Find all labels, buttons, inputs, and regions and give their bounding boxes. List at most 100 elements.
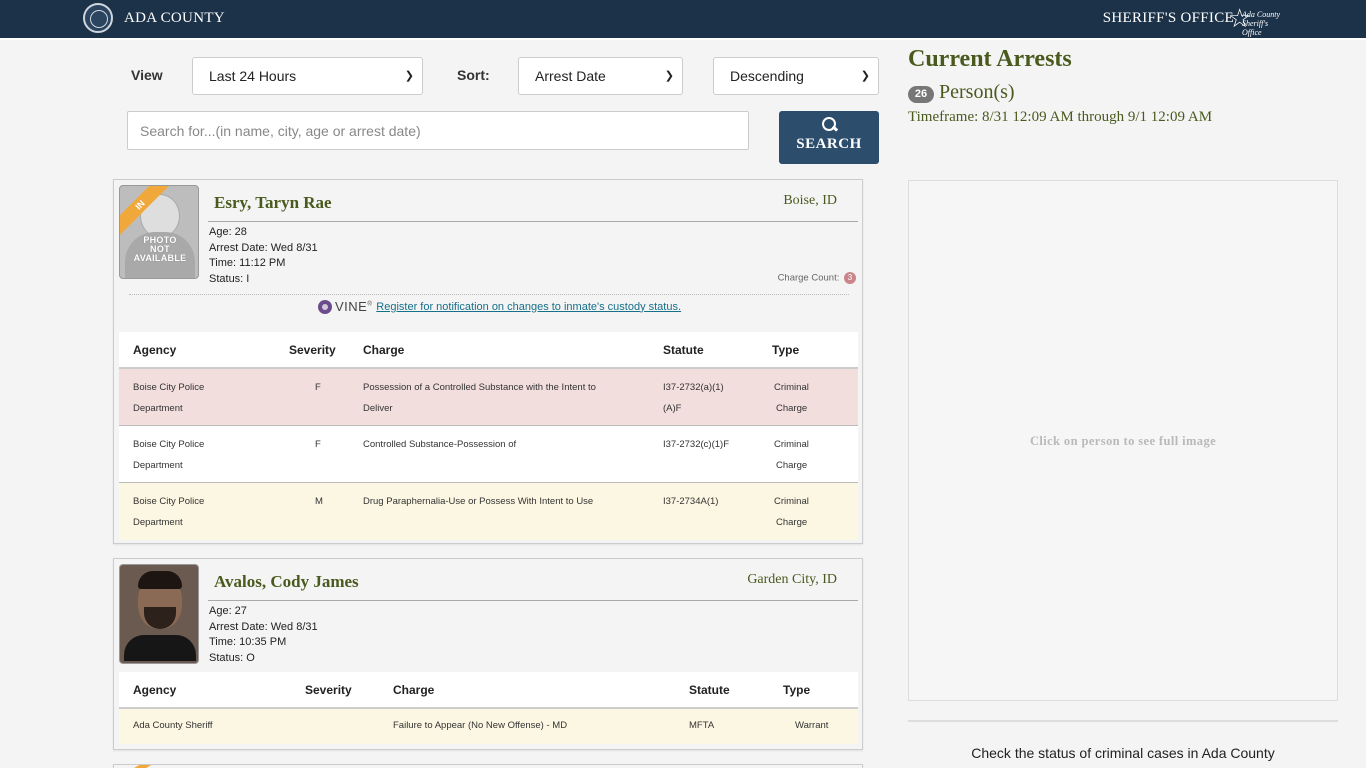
- top-bar: ADA COUNTY SHERIFF'S OFFICE ☆ Ada County…: [0, 0, 1366, 40]
- sort-label: Sort:: [457, 67, 490, 83]
- severity-cell: F: [275, 425, 349, 483]
- vine-logo-icon: [318, 299, 332, 314]
- statute-cell: I37-2734A(1): [649, 482, 758, 540]
- status-ribbon: [134, 765, 160, 768]
- divider: [208, 221, 858, 222]
- view-select[interactable]: Last 24 Hours ❯: [192, 57, 423, 95]
- column-header-severity: Severity: [275, 332, 349, 369]
- type-cell: Criminal Charge: [758, 368, 858, 426]
- viewer-hint: Click on person to see full image: [1029, 434, 1217, 448]
- severity-cell: M: [275, 482, 349, 540]
- county-seal-icon[interactable]: [83, 3, 113, 33]
- photo-not-available-text: PHOTO NOT AVAILABLE: [133, 235, 187, 263]
- agency-cell: Boise City Police Department: [119, 425, 275, 483]
- order-select[interactable]: Descending ❯: [713, 57, 879, 95]
- statute-cell: I37-2732(c)(1)F: [649, 425, 758, 483]
- persons-label: Person(s): [939, 81, 1015, 103]
- sort-select-value: Arrest Date: [535, 68, 606, 84]
- logo-text: Ada County Sheriff's Office: [1242, 10, 1280, 37]
- arrest-date: Arrest Date: Wed 8/31: [209, 241, 318, 254]
- charge-cell: Drug Paraphernalia-Use or Possess With I…: [349, 482, 649, 540]
- vine-notification: VINE® Register for notification on change…: [318, 299, 681, 314]
- charges-table: Agency Severity Charge Statute Type Bois…: [119, 332, 858, 540]
- sort-select[interactable]: Arrest Date ❯: [518, 57, 683, 95]
- custody-status: Status: O: [209, 652, 255, 665]
- inmate-photo[interactable]: PHOTO NOT AVAILABLE IN: [119, 185, 199, 279]
- charge-cell: Controlled Substance-Possession of: [349, 425, 649, 483]
- inmate-photo[interactable]: [119, 564, 199, 664]
- search-input[interactable]: [127, 111, 749, 150]
- search-button-label: SEARCH: [796, 136, 862, 152]
- age: Age: 27: [209, 605, 247, 617]
- charge-cell: Failure to Appear (No New Offense) - MD: [379, 708, 675, 744]
- person-count-badge: 26: [908, 86, 934, 103]
- person-name[interactable]: Avalos, Cody James: [214, 572, 359, 592]
- arrest-time: Time: 10:35 PM: [209, 636, 287, 649]
- person-details: Age: 28 Arrest Date: Wed 8/31 Time: 11:1…: [209, 225, 318, 288]
- type-cell: Criminal Charge: [758, 425, 858, 483]
- table-row: Boise City Police Department F Controlled…: [119, 425, 858, 483]
- vine-register-link[interactable]: Register for notification on changes to …: [376, 301, 681, 313]
- type-cell: Criminal Charge: [758, 482, 858, 540]
- office-name[interactable]: SHERIFF'S OFFICE: [1103, 10, 1234, 27]
- search-button[interactable]: SEARCH: [779, 111, 879, 164]
- column-header-statute: Statute: [675, 672, 769, 709]
- dotted-divider: [129, 294, 849, 295]
- charge-count: Charge Count: 3: [778, 272, 856, 284]
- column-header-type: Type: [758, 332, 858, 369]
- arrest-date: Arrest Date: Wed 8/31: [209, 620, 318, 633]
- custody-status: Status: I: [209, 273, 250, 286]
- column-header-severity: Severity: [291, 672, 379, 709]
- column-header-agency: Agency: [119, 672, 291, 709]
- column-header-charge: Charge: [349, 332, 649, 369]
- table-row: Ada County Sheriff Failure to Appear (No…: [119, 708, 858, 744]
- county-name[interactable]: ADA COUNTY: [124, 10, 225, 27]
- search-icon: [821, 116, 837, 134]
- person-details: Age: 27 Arrest Date: Wed 8/31 Time: 10:3…: [209, 604, 318, 667]
- arrest-time: Time: 11:12 PM: [209, 257, 286, 270]
- table-row: Boise City Police Department F Possession…: [119, 368, 858, 426]
- column-header-statute: Statute: [649, 332, 758, 369]
- arrest-card[interactable]: PHOTO NOT AVAILABLE IN Esry, Taryn Rae Boi…: [113, 179, 863, 544]
- arrest-card[interactable]: [113, 764, 863, 768]
- mugshot-hair: [138, 571, 182, 589]
- order-select-value: Descending: [730, 68, 804, 84]
- sheriff-star-logo-icon[interactable]: ☆ Ada County Sheriff's Office: [1228, 4, 1284, 37]
- timeframe: Timeframe: 8/31 12:09 AM through 9/1 12:…: [908, 109, 1213, 125]
- person-city: Garden City, ID: [747, 572, 837, 587]
- chevron-down-icon: ❯: [860, 70, 870, 82]
- table-header-row: Agency Severity Charge Statute Type: [119, 332, 858, 369]
- statute-cell: MFTA: [675, 708, 769, 744]
- severity-cell: F: [275, 368, 349, 426]
- image-viewer: Click on person to see full image: [908, 180, 1338, 701]
- charge-cell: Possession of a Controlled Substance wit…: [349, 368, 649, 426]
- person-name[interactable]: Esry, Taryn Rae: [214, 193, 332, 213]
- vine-logo-text: VINE®: [335, 299, 373, 314]
- charges-table: Agency Severity Charge Statute Type Ada …: [119, 672, 858, 744]
- statute-cell: I37-2732(a)(1) (A)F: [649, 368, 758, 426]
- divider: [208, 600, 858, 601]
- table-row: Boise City Police Department M Drug Parap…: [119, 482, 858, 540]
- type-cell: Warrant: [769, 708, 858, 744]
- agency-cell: Ada County Sheriff: [119, 708, 291, 744]
- mugshot-shirt: [124, 635, 196, 661]
- view-select-value: Last 24 Hours: [209, 68, 297, 84]
- column-header-charge: Charge: [379, 672, 675, 709]
- chevron-down-icon: ❯: [664, 70, 674, 82]
- current-arrests-title: Current Arrests: [908, 46, 1072, 72]
- check-case-status-link[interactable]: Check the status of criminal cases in Ad…: [908, 745, 1338, 761]
- agency-cell: Boise City Police Department: [119, 368, 275, 426]
- column-header-agency: Agency: [119, 332, 275, 369]
- chevron-down-icon: ❯: [404, 70, 414, 82]
- table-header-row: Agency Severity Charge Statute Type: [119, 672, 858, 709]
- charge-count-label: Charge Count:: [777, 272, 840, 284]
- column-header-type: Type: [769, 672, 858, 709]
- view-label: View: [131, 67, 163, 83]
- age: Age: 28: [209, 226, 247, 238]
- divider: [908, 720, 1338, 722]
- charge-count-badge: 3: [844, 272, 856, 284]
- severity-cell: [291, 708, 379, 744]
- person-city: Boise, ID: [783, 193, 837, 208]
- arrest-card[interactable]: Avalos, Cody James Garden City, ID Age: …: [113, 558, 863, 750]
- agency-cell: Boise City Police Department: [119, 482, 275, 540]
